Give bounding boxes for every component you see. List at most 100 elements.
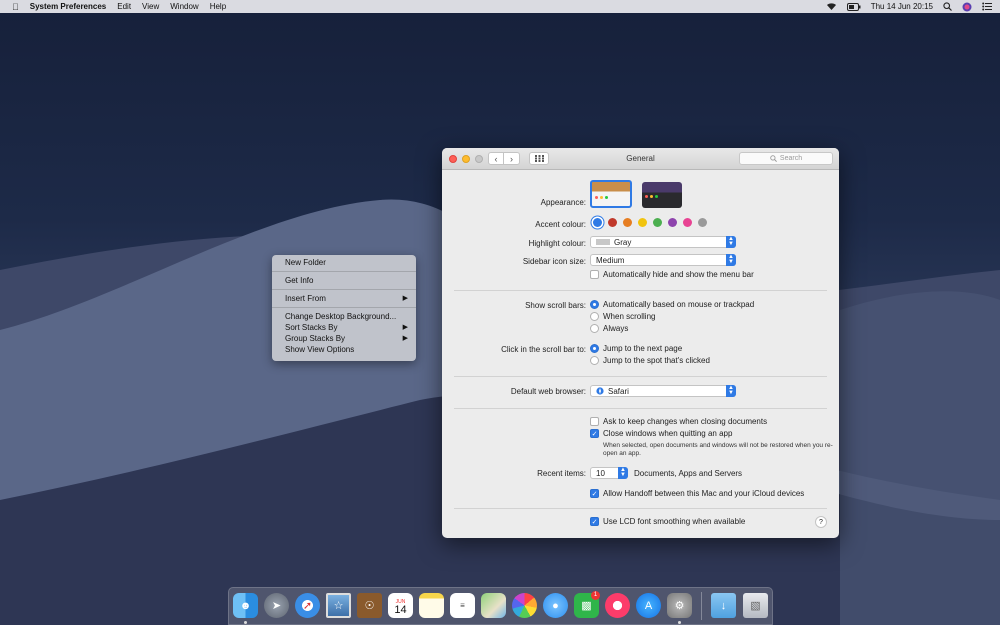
system-preferences-icon[interactable]: ⚙: [667, 593, 692, 618]
search-icon: [770, 155, 777, 162]
highlight-colour-value: Gray: [614, 237, 632, 247]
ctx-insert-from[interactable]: Insert From ▶: [272, 293, 416, 304]
click-option-spot[interactable]: Jump to the spot that's clicked: [590, 356, 710, 365]
menu-edit[interactable]: Edit: [117, 2, 131, 11]
ctx-new-folder[interactable]: New Folder: [272, 257, 416, 268]
battery-icon[interactable]: [846, 2, 861, 11]
ctx-separator: [272, 289, 416, 290]
apple-logo-icon[interactable]: : [12, 2, 19, 12]
ctx-get-info[interactable]: Get Info: [272, 275, 416, 286]
ask-keep-changes-label: Ask to keep changes when closing documen…: [603, 417, 768, 426]
popup-stepper-icon: ▲ ▼: [726, 385, 736, 397]
window-titlebar[interactable]: ‹ › General Search: [442, 148, 839, 170]
ctx-new-folder-label: New Folder: [285, 258, 326, 267]
lcd-smoothing-row[interactable]: ✓ Use LCD font smoothing when available: [590, 517, 745, 526]
ask-keep-changes-checkbox[interactable]: [590, 417, 599, 426]
default-web-browser-popup[interactable]: Safari ▲ ▼: [590, 385, 736, 397]
siri-icon[interactable]: [962, 2, 972, 12]
recent-items-popup[interactable]: 10 ▲ ▼: [590, 467, 628, 479]
ctx-sort-stacks-label: Sort Stacks By: [285, 323, 338, 332]
popup-stepper-icon: ▲ ▼: [726, 236, 736, 248]
safari-dock-icon[interactable]: ➚: [295, 593, 320, 618]
scroll-option-automatic[interactable]: Automatically based on mouse or trackpad: [590, 300, 754, 309]
notes-icon[interactable]: [419, 593, 444, 618]
handoff-checkbox[interactable]: ✓: [590, 489, 599, 498]
lcd-smoothing-checkbox[interactable]: ✓: [590, 517, 599, 526]
close-windows-label: Close windows when quitting an app: [603, 429, 733, 438]
app-store-icon[interactable]: A: [636, 593, 661, 618]
menu-window[interactable]: Window: [170, 2, 198, 11]
click-option-next-page[interactable]: Jump to the next page: [590, 344, 682, 353]
section-divider: [454, 290, 827, 291]
ctx-change-desktop-background[interactable]: Change Desktop Background...: [272, 311, 416, 322]
ctx-insert-from-label: Insert From: [285, 294, 326, 303]
appearance-dark-thumbnail[interactable]: [642, 182, 682, 208]
scroll-always-radio[interactable]: [590, 324, 599, 333]
accent-colour-swatch[interactable]: [698, 218, 707, 227]
finder-icon[interactable]: ☻: [233, 593, 258, 618]
highlight-colour-label: Highlight colour:: [528, 239, 586, 248]
general-preferences-window: ‹ › General Search Appearance: Accent co…: [442, 148, 839, 538]
menu-view[interactable]: View: [142, 2, 159, 11]
auto-hide-menu-bar-checkbox[interactable]: [590, 270, 599, 279]
photo-booth-icon[interactable]: ☆: [326, 593, 351, 618]
menu-clock[interactable]: Thu 14 Jun 20:15: [871, 2, 933, 11]
ctx-group-stacks-label: Group Stacks By: [285, 334, 346, 343]
notification-center-icon[interactable]: [982, 2, 992, 11]
ctx-group-stacks-by[interactable]: Group Stacks By ▶: [272, 333, 416, 344]
menu-app-name[interactable]: System Preferences: [30, 2, 107, 11]
default-web-browser-label: Default web browser:: [510, 387, 586, 396]
scroll-option-when-scrolling[interactable]: When scrolling: [590, 312, 655, 321]
ctx-separator: [272, 307, 416, 308]
search-field[interactable]: Search: [739, 152, 833, 165]
auto-hide-menu-bar-row[interactable]: Automatically hide and show the menu bar: [590, 270, 754, 279]
sidebar-icon-size-popup[interactable]: Medium ▲ ▼: [590, 254, 736, 266]
sidebar-icon-size-value: Medium: [596, 255, 625, 265]
dock-separator: [701, 592, 702, 620]
close-windows-checkbox[interactable]: ✓: [590, 429, 599, 438]
contacts-icon[interactable]: ☉: [357, 593, 382, 618]
highlight-colour-popup[interactable]: Gray ▲ ▼: [590, 236, 736, 248]
appearance-light-thumbnail[interactable]: [590, 180, 632, 208]
handoff-label: Allow Handoff between this Mac and your …: [603, 489, 805, 498]
accent-colour-swatch[interactable]: [683, 218, 692, 227]
accent-colour-swatch[interactable]: [668, 218, 677, 227]
spotlight-search-icon[interactable]: [943, 2, 952, 11]
running-indicator: [678, 621, 681, 624]
default-web-browser-value: Safari: [608, 386, 629, 396]
recent-items-label: Recent items:: [537, 469, 586, 478]
click-scroll-bar-label: Click in the scroll bar to:: [501, 345, 586, 354]
accent-colour-swatch[interactable]: [608, 218, 617, 227]
ctx-sort-stacks-by[interactable]: Sort Stacks By ▶: [272, 322, 416, 333]
ask-keep-changes-row[interactable]: Ask to keep changes when closing documen…: [590, 417, 767, 426]
itunes-icon[interactable]: ♫: [605, 593, 630, 618]
ctx-get-info-label: Get Info: [285, 276, 314, 285]
maps-icon[interactable]: [481, 593, 506, 618]
reminders-icon[interactable]: ≡: [450, 593, 475, 618]
launchpad-icon[interactable]: ➤: [264, 593, 289, 618]
accent-colour-swatch[interactable]: [623, 218, 632, 227]
menu-bar:  System Preferences Edit View Window He…: [0, 0, 1000, 13]
trash-icon[interactable]: ▧: [743, 593, 768, 618]
ctx-show-view-options[interactable]: Show View Options: [272, 344, 416, 355]
handoff-row[interactable]: ✓ Allow Handoff between this Mac and you…: [590, 489, 804, 498]
menu-help[interactable]: Help: [210, 2, 226, 11]
scroll-automatic-label: Automatically based on mouse or trackpad: [603, 300, 755, 309]
scroll-automatic-radio[interactable]: [590, 300, 599, 309]
recent-items-suffix: Documents, Apps and Servers: [634, 469, 743, 478]
photos-icon[interactable]: [512, 593, 537, 618]
scroll-when-scrolling-radio[interactable]: [590, 312, 599, 321]
downloads-stack-icon[interactable]: ↓: [711, 593, 736, 618]
messages-icon[interactable]: ●: [543, 593, 568, 618]
click-spot-radio[interactable]: [590, 356, 599, 365]
close-windows-row[interactable]: ✓ Close windows when quitting an app: [590, 429, 732, 438]
accent-colour-swatch[interactable]: [593, 218, 602, 227]
calendar-icon[interactable]: JUN 14: [388, 593, 413, 618]
click-next-page-radio[interactable]: [590, 344, 599, 353]
accent-colour-swatch[interactable]: [638, 218, 647, 227]
wifi-icon[interactable]: [826, 2, 837, 11]
help-button[interactable]: ?: [815, 516, 827, 528]
scroll-option-always[interactable]: Always: [590, 324, 628, 333]
accent-colour-swatch[interactable]: [653, 218, 662, 227]
search-placeholder: Search: [779, 155, 803, 162]
